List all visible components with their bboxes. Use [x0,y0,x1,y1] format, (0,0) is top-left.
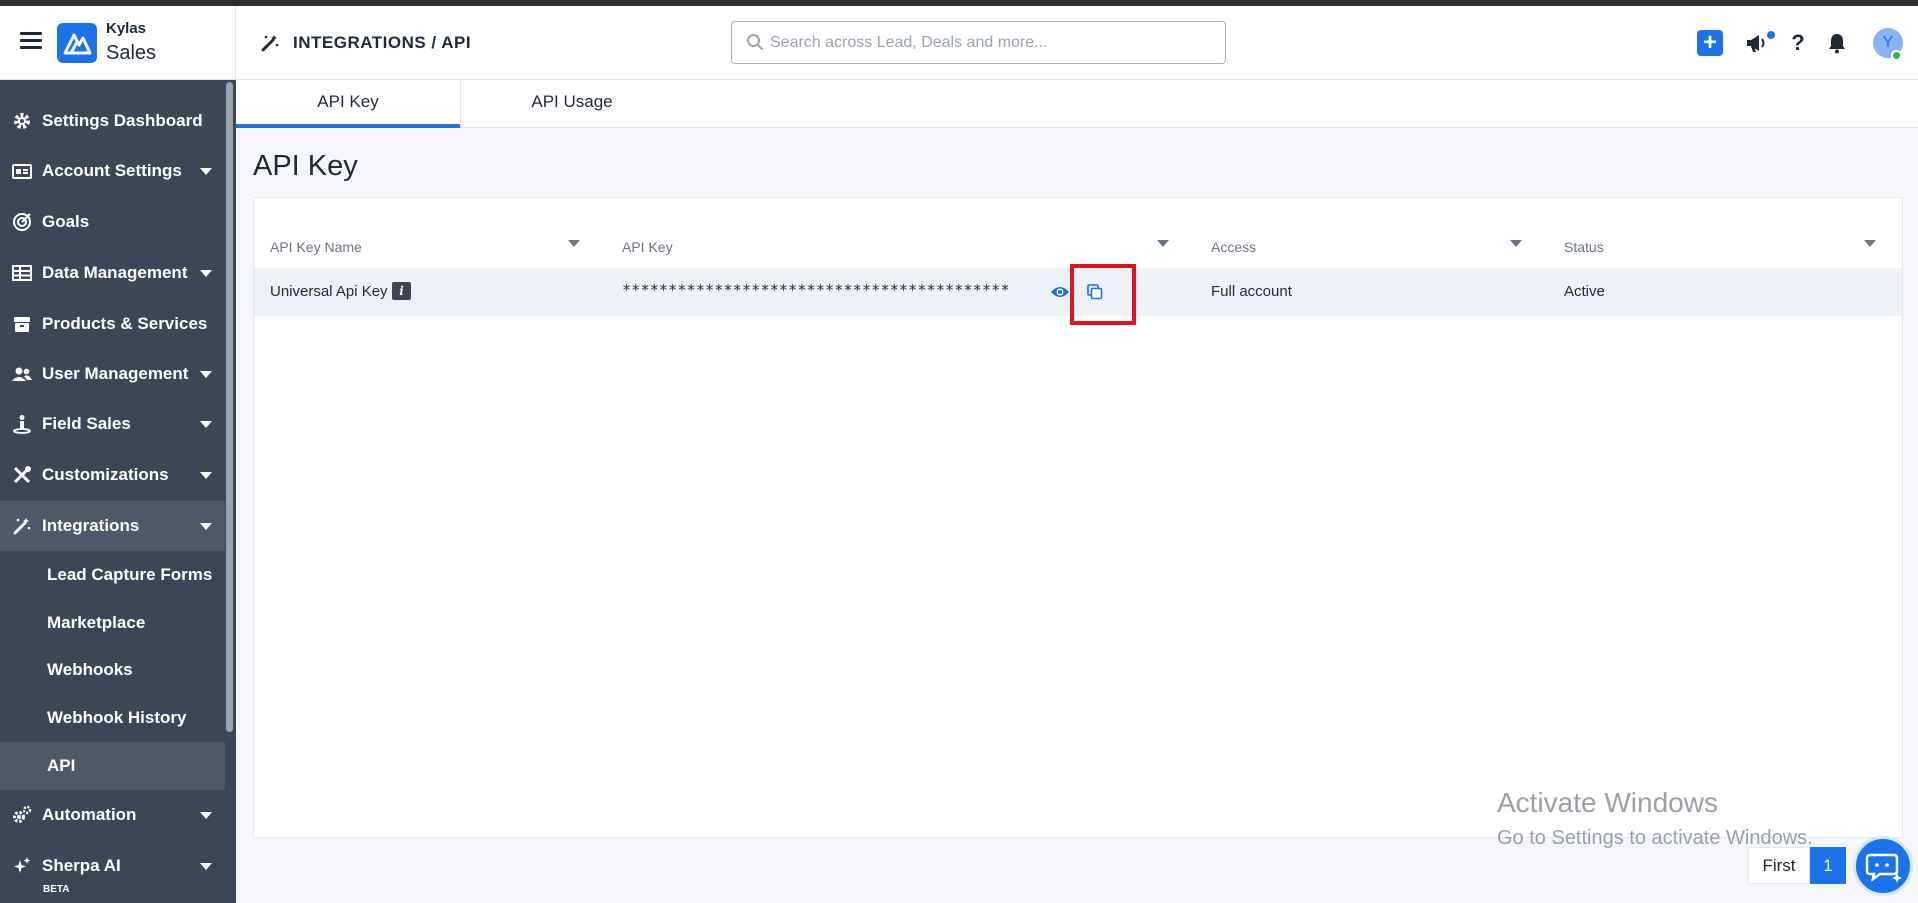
sparkle-icon [12,856,32,876]
chevron-down-icon[interactable] [568,240,580,247]
eye-icon[interactable] [1050,284,1070,300]
sidebar-subitem-api[interactable]: API [0,742,225,790]
sidebar-item-label: Data Management [42,263,188,282]
api-key-masked-value: ****************************************… [622,281,1010,299]
sidebar-subitem-label: Webhook History [47,708,187,727]
sidebar-subitem-label: Lead Capture Forms [47,565,213,584]
target-icon [12,212,32,232]
sidebar-subitem-lead-capture-forms[interactable]: Lead Capture Forms [0,551,225,599]
top-header: Kylas Sales INTEGRATIONS / API + ? Y [0,6,1918,80]
hamburger-menu-icon[interactable] [20,32,42,50]
first-page-button[interactable]: First [1748,847,1810,884]
chevron-down-icon[interactable] [200,812,212,819]
chevron-down-icon[interactable] [1157,240,1169,247]
bell-icon[interactable] [1824,30,1850,56]
sidebar-item-sherpa-ai[interactable]: Sherpa AI [0,841,225,891]
chevron-down-icon[interactable] [200,168,212,175]
column-header-access: Access [1211,239,1257,255]
sidebar-item-settings-dashboard[interactable]: Settings Dashboard [0,96,225,146]
sidebar-subitem-label: API [47,756,76,775]
sidebar-item-label: Automation [42,805,137,824]
sidebar-item-field-sales[interactable]: Field Sales [0,399,225,449]
magic-wand-icon [12,516,32,536]
beta-badge: BETA [43,884,70,895]
chevron-down-icon[interactable] [200,371,212,378]
sidebar-item-label: Sherpa AI [42,856,121,875]
gears-icon [12,805,32,825]
sidebar-item-automation[interactable]: Automation [0,790,225,840]
sidebar-subitem-label: Webhooks [47,660,133,679]
sidebar-item-data-management[interactable]: Data Management [0,248,225,298]
brand-name: Kylas [106,20,147,37]
sidebar-item-label: Goals [42,212,90,231]
chevron-down-icon[interactable] [1510,240,1522,247]
sidebar-item-user-management[interactable]: User Management [0,349,225,399]
global-search [731,21,1226,64]
sidebar-item-goals[interactable]: Goals [0,197,225,247]
sidebar-item-label: Settings Dashboard [42,111,203,130]
info-icon[interactable]: i [392,282,411,300]
account-card-icon [12,161,32,181]
chevron-down-icon[interactable] [200,863,212,870]
header-divider [235,6,236,80]
sidebar-subitem-webhook-history[interactable]: Webhook History [0,694,225,742]
column-header-key: API Key [622,239,673,255]
sidebar-item-label: Products & Services [42,314,208,333]
sidebar-item-label: Account Settings [42,161,182,180]
tab-bar: API Key API Usage [236,80,1918,128]
column-header-name: API Key Name [270,239,362,255]
api-key-access: Full account [1211,283,1292,300]
chat-support-icon[interactable] [1853,836,1913,896]
person-pin-icon [12,414,32,434]
sidebar-item-customizations[interactable]: Customizations [0,450,225,500]
help-icon[interactable]: ? [1785,30,1811,56]
magic-wand-icon [260,33,280,53]
chevron-down-icon[interactable] [200,270,212,277]
tab-api-key[interactable]: API Key [236,80,460,128]
quick-add-button[interactable]: + [1697,30,1723,56]
chevron-down-icon[interactable] [200,421,212,428]
sidebar-item-label: Field Sales [42,414,131,433]
tab-api-usage[interactable]: API Usage [460,80,684,128]
gear-icon [12,111,32,131]
search-icon [746,33,764,51]
api-key-name: Universal Api Key [270,283,388,300]
copy-button-highlight [1070,264,1136,325]
users-icon [12,364,32,384]
api-key-status: Active [1564,283,1605,300]
box-icon [12,314,32,334]
tools-icon [12,465,32,485]
online-status-dot [1891,50,1902,61]
page-breadcrumb: INTEGRATIONS / API [293,33,472,52]
sidebar-item-label: Integrations [42,516,140,535]
sidebar-item-integrations[interactable]: Integrations [0,501,225,551]
chevron-down-icon[interactable] [200,523,212,530]
chevron-down-icon[interactable] [200,472,212,479]
search-input[interactable] [770,22,1210,63]
page-title: API Key [253,150,358,182]
chevron-down-icon[interactable] [1864,240,1876,247]
sidebar-item-account-settings[interactable]: Account Settings [0,146,225,196]
table-icon [12,263,32,283]
sidebar-item-products-services[interactable]: Products & Services [0,299,225,349]
sidebar-subitem-marketplace[interactable]: Marketplace [0,599,225,647]
windows-activation-watermark: Activate Windows [1497,787,1718,818]
announcement-unread-dot [1767,31,1775,39]
sidebar-item-label: Customizations [42,465,169,484]
page-number-button[interactable]: 1 [1810,847,1846,884]
sidebar-subitem-webhooks[interactable]: Webhooks [0,646,225,694]
sidebar-scrollbar[interactable] [226,82,233,732]
kylas-logo[interactable] [57,23,97,63]
column-header-status: Status [1564,239,1604,255]
pagination: First 1 [1748,847,1846,884]
sidebar-item-label: User Management [42,364,189,383]
brand-product: Sales [106,42,157,64]
sidebar-subitem-label: Marketplace [47,613,146,632]
